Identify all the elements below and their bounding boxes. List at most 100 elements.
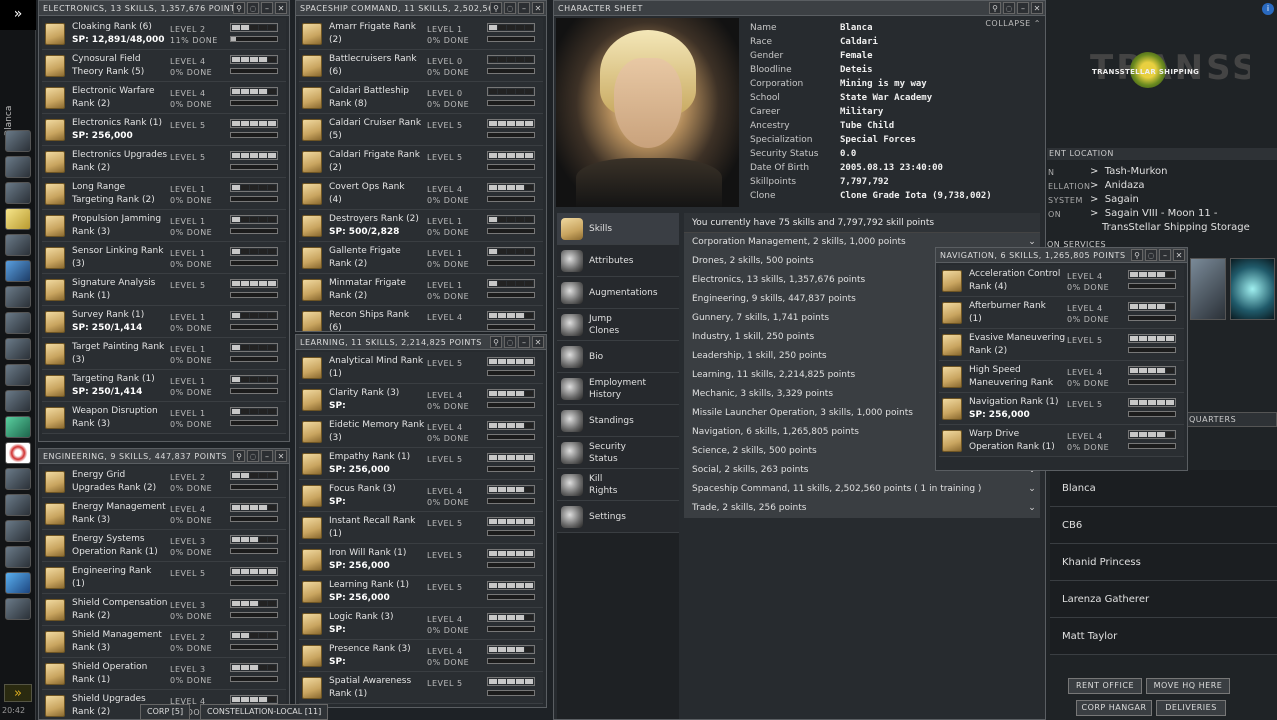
- corp-member-row[interactable]: Larenza Gatherer: [1050, 581, 1277, 618]
- pin-icon[interactable]: ⚲: [989, 2, 1001, 14]
- assets-icon[interactable]: [5, 234, 31, 256]
- skill-group-row[interactable]: Spaceship Command, 11 skills, 2,502,560 …: [684, 480, 1040, 499]
- skill-row[interactable]: Targeting Rank (1) SP: 250/1,414 LEVEL 1 0%…: [42, 370, 286, 402]
- pin-icon[interactable]: ⚲: [490, 2, 502, 14]
- skill-group-row[interactable]: Trade, 2 skills, 256 points ⌄: [684, 499, 1040, 518]
- window-title[interactable]: CHARACTER SHEET: [554, 1, 1045, 16]
- collapse-button[interactable]: COLLAPSE ⌃: [985, 19, 1041, 28]
- skill-row[interactable]: Focus Rank (3) SP: LEVEL 4 0% DONE: [299, 480, 543, 512]
- pin-icon[interactable]: ⚲: [233, 450, 245, 462]
- skill-row[interactable]: Caldari Cruiser Rank (5) LEVEL 5: [299, 114, 543, 146]
- options-icon[interactable]: ◌: [504, 2, 516, 14]
- industry-icon[interactable]: [5, 390, 31, 412]
- engineering-skills-window[interactable]: ENGINEERING, 9 SKILLS, 447,837 POINTS ⚲ ◌…: [38, 448, 290, 720]
- minimize-icon[interactable]: –: [518, 2, 530, 14]
- minimize-icon[interactable]: –: [1159, 249, 1171, 261]
- journal-icon[interactable]: [5, 520, 31, 542]
- pin-icon[interactable]: ⚲: [233, 2, 245, 14]
- chat-tab-corp[interactable]: CORP [5]: [140, 704, 191, 720]
- skill-row[interactable]: Evasive Maneuvering Rank (2) LEVEL 5: [939, 329, 1184, 361]
- nav-attributes[interactable]: Attributes: [557, 245, 679, 277]
- skill-row[interactable]: Eidetic Memory Rank (3) LEVEL 4 0% DONE: [299, 416, 543, 448]
- options-icon[interactable]: ◌: [247, 450, 259, 462]
- skill-row[interactable]: Covert Ops Rank (4) LEVEL 4 0% DONE: [299, 178, 543, 210]
- expand-chevron-icon[interactable]: »: [4, 684, 32, 702]
- options-icon[interactable]: ◌: [1145, 249, 1157, 261]
- nav-employment-history[interactable]: Employment History: [557, 373, 679, 405]
- close-icon[interactable]: ✕: [532, 2, 544, 14]
- skill-row[interactable]: Energy Systems Operation Rank (1) LEVEL 3 0…: [42, 530, 286, 562]
- skill-row[interactable]: Navigation Rank (1) SP: 256,000 LEVEL 5: [939, 393, 1184, 425]
- skill-row[interactable]: High Speed Maneuvering Rank LEVEL 4 0% DONE: [939, 361, 1184, 393]
- contracts-icon[interactable]: [5, 546, 31, 568]
- navigation-skills-window[interactable]: NAVIGATION, 6 SKILLS, 1,265,805 POINTS ⚲…: [935, 247, 1188, 471]
- nav-skills[interactable]: Skills: [557, 213, 679, 245]
- corp-member-row[interactable]: Blanca: [1050, 470, 1277, 507]
- skill-row[interactable]: Propulsion Jamming Rank (3) LEVEL 1 0% DONE: [42, 210, 286, 242]
- skill-row[interactable]: Presence Rank (3) SP: LEVEL 4 0% DONE: [299, 640, 543, 672]
- skill-row[interactable]: Recon Ships Rank (6) LEVEL 4: [299, 306, 543, 331]
- mail-icon[interactable]: [5, 182, 31, 204]
- skill-row[interactable]: Amarr Frigate Rank (2) LEVEL 1 0% DONE: [299, 18, 543, 50]
- map-icon[interactable]: [5, 260, 31, 282]
- skill-row[interactable]: Learning Rank (1) SP: 256,000 LEVEL 5: [299, 576, 543, 608]
- chevron-down-icon[interactable]: ⌄: [1026, 502, 1038, 514]
- skill-row[interactable]: Energy Management Rank (3) LEVEL 4 0% DONE: [42, 498, 286, 530]
- skill-row[interactable]: Acceleration Control Rank (4) LEVEL 4 0% DO…: [939, 265, 1184, 297]
- skill-row[interactable]: Spatial Awareness Rank (1) LEVEL 5: [299, 672, 543, 704]
- skill-row[interactable]: Weapon Disruption Rank (3) LEVEL 1 0% DONE: [42, 402, 286, 434]
- skill-row[interactable]: Cynosural Field Theory Rank (5) LEVEL 4 0% …: [42, 50, 286, 82]
- skill-row[interactable]: Engineering Rank (1) LEVEL 5: [42, 562, 286, 594]
- minimize-icon[interactable]: –: [1017, 2, 1029, 14]
- corp-hangar-button[interactable]: CORP HANGAR: [1076, 700, 1152, 716]
- ship-icon[interactable]: [5, 286, 31, 308]
- skill-row[interactable]: Electronic Warfare Rank (2) LEVEL 4 0% DONE: [42, 82, 286, 114]
- corporation-icon[interactable]: [5, 468, 31, 490]
- close-icon[interactable]: ✕: [1031, 2, 1043, 14]
- skill-row[interactable]: Caldari Battleship Rank (8) LEVEL 0 0% DONE: [299, 82, 543, 114]
- close-icon[interactable]: ✕: [275, 2, 287, 14]
- skill-row[interactable]: Long Range Targeting Rank (2) LEVEL 1 0% DO…: [42, 178, 286, 210]
- skill-row[interactable]: Afterburner Rank (1) LEVEL 4 0% DONE: [939, 297, 1184, 329]
- skill-row[interactable]: Electronics Rank (1) SP: 256,000 LEVEL 5: [42, 114, 286, 146]
- skill-row[interactable]: Gallente Frigate Rank (2) LEVEL 1 0% DONE: [299, 242, 543, 274]
- pin-icon[interactable]: ⚲: [1131, 249, 1143, 261]
- options-icon[interactable]: ◌: [1003, 2, 1015, 14]
- people-icon[interactable]: [5, 156, 31, 178]
- skill-row[interactable]: Battlecruisers Rank (6) LEVEL 0 0% DONE: [299, 50, 543, 82]
- nav-security-status[interactable]: Security Status: [557, 437, 679, 469]
- skill-row[interactable]: Logic Rank (3) SP: LEVEL 4 0% DONE: [299, 608, 543, 640]
- chat-tab-local[interactable]: CONSTELLATION-LOCAL [11]: [200, 704, 329, 720]
- nav-jump-clones[interactable]: Jump Clones: [557, 309, 679, 341]
- close-icon[interactable]: ✕: [532, 336, 544, 348]
- neocom-menu-button[interactable]: »: [0, 0, 36, 30]
- skill-row[interactable]: Instant Recall Rank (1) LEVEL 5: [299, 512, 543, 544]
- corp-member-row[interactable]: Matt Taylor: [1050, 618, 1277, 655]
- skill-row[interactable]: Energy Grid Upgrades Rank (2) LEVEL 2 0% DO…: [42, 466, 286, 498]
- agents-icon[interactable]: [5, 494, 31, 516]
- move-hq-button[interactable]: MOVE HQ HERE: [1146, 678, 1230, 694]
- skill-row[interactable]: Caldari Frigate Rank (2) LEVEL 5: [299, 146, 543, 178]
- skill-row[interactable]: Empathy Rank (1) SP: 256,000 LEVEL 5: [299, 448, 543, 480]
- skill-row[interactable]: Iron Will Rank (1) SP: 256,000 LEVEL 5: [299, 544, 543, 576]
- skill-row[interactable]: Destroyers Rank (2) SP: 500/2,828 LEVEL 1 0…: [299, 210, 543, 242]
- tab-quarters[interactable]: QUARTERS: [1180, 412, 1277, 427]
- minimize-icon[interactable]: –: [518, 336, 530, 348]
- skill-row[interactable]: Target Painting Rank (3) LEVEL 1 0% DONE: [42, 338, 286, 370]
- skill-row[interactable]: Survey Rank (1) SP: 250/1,414 LEVEL 1 0% DO…: [42, 306, 286, 338]
- nav-bio[interactable]: Bio: [557, 341, 679, 373]
- learning-skills-window[interactable]: LEARNING, 11 SKILLS, 2,214,825 POINTS ⚲ ◌…: [295, 334, 547, 708]
- close-icon[interactable]: ✕: [275, 450, 287, 462]
- electronics-skills-window[interactable]: ELECTRONICS, 13 SKILLS, 1,357,676 POINTS…: [38, 0, 290, 442]
- service-icon[interactable]: [1190, 258, 1226, 320]
- notepad-icon[interactable]: [5, 208, 31, 230]
- market-icon[interactable]: [5, 364, 31, 386]
- science-icon[interactable]: [5, 312, 31, 334]
- deliveries-button[interactable]: DELIVERIES: [1156, 700, 1226, 716]
- skill-row[interactable]: Shield Compensation Rank (2) LEVEL 3 0% DON…: [42, 594, 286, 626]
- help-icon[interactable]: [5, 572, 31, 594]
- skill-row[interactable]: Analytical Mind Rank (1) LEVEL 5: [299, 352, 543, 384]
- rent-office-button[interactable]: RENT OFFICE: [1068, 678, 1142, 694]
- options-icon[interactable]: ◌: [504, 336, 516, 348]
- minimize-icon[interactable]: –: [261, 450, 273, 462]
